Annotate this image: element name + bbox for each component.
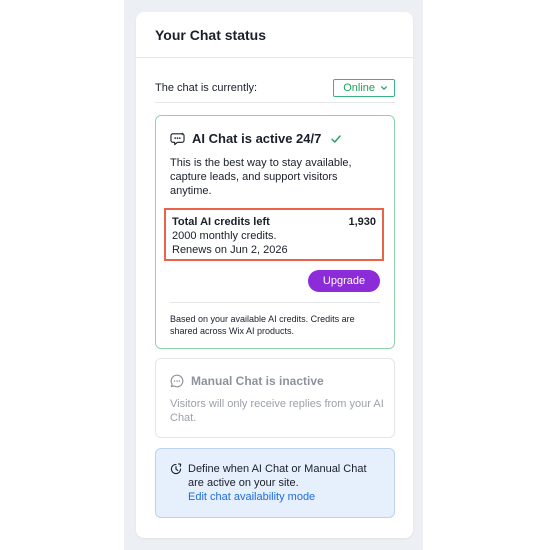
edit-availability-link[interactable]: Edit chat availability mode xyxy=(188,490,315,504)
credits-total-row: Total AI credits left 1,930 xyxy=(172,215,376,229)
chat-status-panel: Your Chat status The chat is currently: … xyxy=(136,12,413,538)
ai-chat-header: AI Chat is active 24/7 xyxy=(170,131,342,146)
chevron-down-icon xyxy=(381,86,387,90)
availability-info-text: Define when AI Chat or Manual Chat are a… xyxy=(188,463,367,489)
ai-chat-card: AI Chat is active 24/7 This is the best … xyxy=(155,115,395,349)
ai-chat-description: This is the best way to stay available, … xyxy=(170,157,352,197)
status-dropdown[interactable]: Online xyxy=(333,79,395,97)
monthly-credits: 2000 monthly credits. xyxy=(172,230,277,242)
manual-chat-title: Manual Chat is inactive xyxy=(191,374,324,388)
status-value: Online xyxy=(343,82,375,94)
credits-footnote: Based on your available AI credits. Cred… xyxy=(170,314,355,336)
ai-chat-icon xyxy=(170,131,185,145)
credits-label: Total AI credits left xyxy=(172,216,270,228)
panel-title: Your Chat status xyxy=(155,26,266,43)
upgrade-button[interactable]: Upgrade xyxy=(308,270,380,292)
check-icon xyxy=(331,134,342,143)
credits-summary-box: Total AI credits left 1,930 2000 monthly… xyxy=(164,208,384,261)
manual-chat-header: Manual Chat is inactive xyxy=(170,374,324,388)
card-divider xyxy=(170,302,380,303)
clock-icon xyxy=(170,463,182,475)
ai-chat-title: AI Chat is active 24/7 xyxy=(192,131,322,146)
panel-header: Your Chat status xyxy=(136,12,413,58)
availability-info-box: Define when AI Chat or Manual Chat are a… xyxy=(155,448,395,518)
status-label: The chat is currently: xyxy=(155,82,258,94)
manual-chat-card: Manual Chat is inactive Visitors will on… xyxy=(155,358,395,438)
chat-bubble-icon xyxy=(170,374,184,388)
manual-chat-description: Visitors will only receive replies from … xyxy=(170,398,384,424)
chat-status-row: The chat is currently: Online xyxy=(155,74,395,103)
renewal-date: Renews on Jun 2, 2026 xyxy=(172,244,288,256)
credits-value: 1,930 xyxy=(348,216,376,228)
